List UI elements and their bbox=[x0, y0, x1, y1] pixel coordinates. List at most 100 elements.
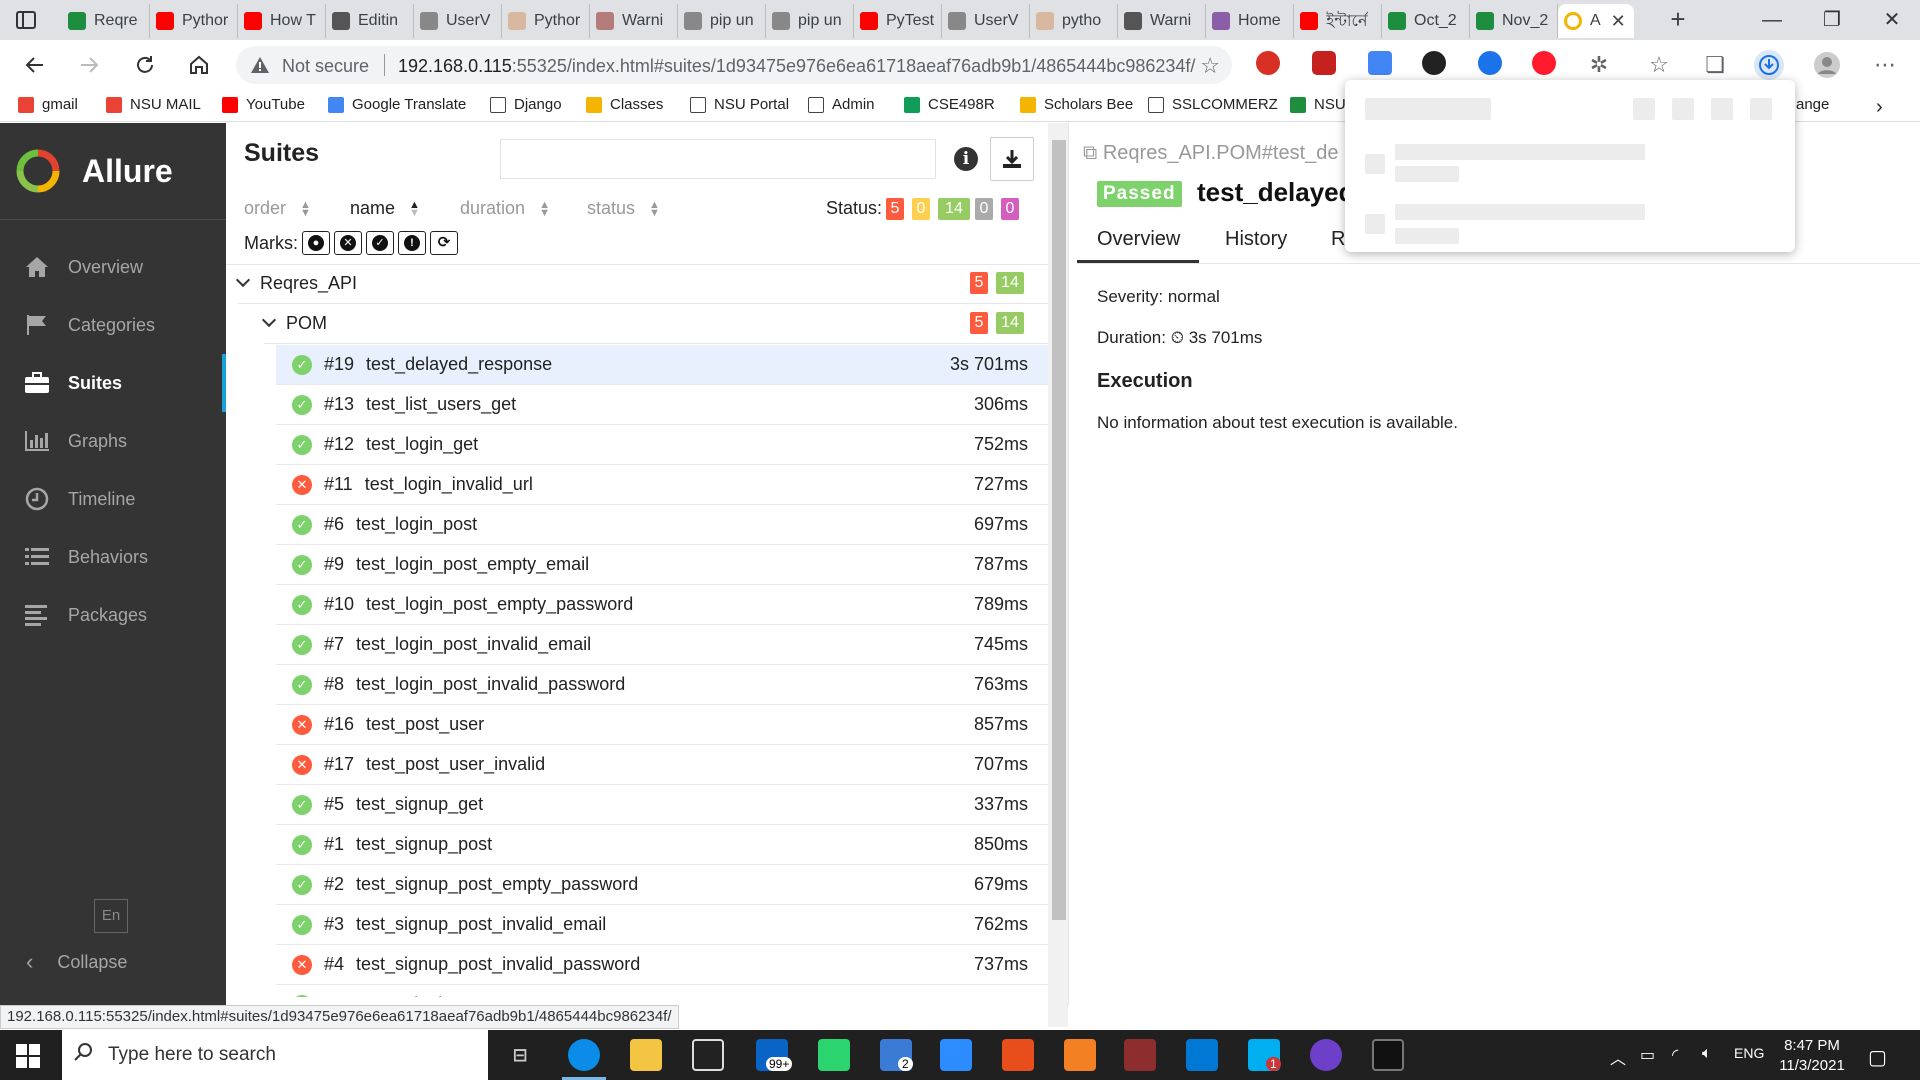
test-row[interactable]: ✓ #12 test_login_get 752ms bbox=[276, 425, 1048, 465]
mark-retries-button[interactable]: ⟳ bbox=[430, 231, 458, 255]
browser-tab[interactable]: Warni bbox=[590, 4, 678, 38]
popup-action-placeholder[interactable] bbox=[1672, 98, 1694, 120]
sidebar-item-overview[interactable]: Overview bbox=[0, 238, 226, 296]
bookmark-item[interactable]: NSU Portal bbox=[690, 96, 789, 113]
test-row[interactable]: ✓ #13 test_list_users_get 306ms bbox=[276, 385, 1048, 425]
bookmark-item[interactable]: Admin bbox=[808, 96, 875, 113]
favorite-star-icon[interactable]: ☆ bbox=[1200, 53, 1220, 79]
new-tab-button[interactable]: + bbox=[1664, 6, 1692, 34]
bookmark-item[interactable]: gmail bbox=[18, 96, 78, 113]
sort-status[interactable]: status ▲ ▼ bbox=[587, 198, 660, 219]
winrar-icon[interactable] bbox=[1124, 1039, 1156, 1071]
url-text[interactable]: 192.168.0.115:55325/index.html#suites/1d… bbox=[398, 56, 1195, 77]
browser-tab[interactable]: UserV bbox=[414, 4, 502, 38]
opera-icon[interactable] bbox=[1532, 51, 1556, 75]
minimize-button[interactable]: — bbox=[1752, 6, 1792, 34]
test-row[interactable]: ✓ #19 test_delayed_response 3s 701ms bbox=[276, 345, 1048, 385]
suite-group-reqres-api[interactable]: Reqres_API 5 14 bbox=[226, 264, 1048, 302]
browser-tab-active[interactable]: A ✕ bbox=[1558, 4, 1634, 38]
tab-retries[interactable]: R bbox=[1331, 228, 1345, 251]
volume-icon[interactable]: 🔈︎ bbox=[1702, 1045, 1712, 1063]
reload-icon[interactable] bbox=[130, 50, 160, 80]
store-icon[interactable] bbox=[692, 1039, 724, 1071]
mark-new-failed-button[interactable]: ✕ bbox=[334, 231, 362, 255]
favorites-icon[interactable]: ☆ bbox=[1644, 50, 1674, 80]
pane-splitter[interactable] bbox=[1068, 123, 1076, 1005]
notifications-icon[interactable]: ▢ bbox=[1868, 1045, 1887, 1070]
browser-tab[interactable]: Home bbox=[1206, 4, 1294, 38]
browser-tab[interactable]: pip un bbox=[678, 4, 766, 38]
edge-app-icon[interactable] bbox=[562, 1039, 606, 1080]
bookmark-item[interactable]: Classes bbox=[586, 96, 663, 113]
language-indicator[interactable]: ENG bbox=[1734, 1045, 1764, 1061]
downloads-icon[interactable] bbox=[1754, 50, 1784, 80]
info-icon[interactable]: i bbox=[954, 147, 978, 171]
test-row[interactable]: ✓ #14 test_single_users_get 361ms bbox=[276, 985, 1048, 997]
test-row[interactable]: ✕ #17 test_post_user_invalid 707ms bbox=[276, 745, 1048, 785]
collections-icon[interactable]: ❏ bbox=[1700, 50, 1730, 80]
tray-chevron-up-icon[interactable]: ︿ bbox=[1610, 1045, 1626, 1069]
tab-history[interactable]: History bbox=[1225, 228, 1287, 251]
close-tab-icon[interactable]: ✕ bbox=[1611, 11, 1626, 32]
sidebar-item-packages[interactable]: Packages bbox=[0, 586, 226, 644]
browser-tab[interactable]: Pythor bbox=[502, 4, 590, 38]
collapse-button[interactable]: ‹ Collapse bbox=[26, 949, 127, 975]
sort-duration[interactable]: duration ▲ ▼ bbox=[460, 198, 550, 219]
terminal-icon[interactable] bbox=[1372, 1039, 1404, 1071]
todo-icon[interactable]: 2 bbox=[880, 1039, 913, 1071]
browser-tab[interactable]: Nov_2 bbox=[1470, 4, 1558, 38]
test-row[interactable]: ✓ #9 test_login_post_empty_email 787ms bbox=[276, 545, 1048, 585]
browser-tab[interactable]: pytho bbox=[1030, 4, 1118, 38]
address-bar[interactable]: Not secure 192.168.0.115:55325/index.htm… bbox=[236, 46, 1232, 84]
browser-tab[interactable]: Oct_2 bbox=[1382, 4, 1470, 38]
language-button[interactable]: En bbox=[94, 899, 128, 933]
sidebar-item-graphs[interactable]: Graphs bbox=[0, 412, 226, 470]
suite-group-pom[interactable]: POM 5 14 bbox=[226, 304, 1048, 342]
status-filter-failed[interactable]: 5 bbox=[886, 198, 904, 220]
mark-new-broken-button[interactable]: ! bbox=[398, 231, 426, 255]
bookmarks-more-chevron-icon[interactable]: › bbox=[1876, 96, 1883, 119]
browser-tab[interactable]: Pythor bbox=[150, 4, 238, 38]
sort-name[interactable]: name ▲ ▼ bbox=[350, 198, 420, 219]
mark-flaky-button[interactable]: ● bbox=[302, 231, 330, 255]
forward-icon[interactable] bbox=[74, 50, 104, 80]
test-row[interactable]: ✓ #1 test_signup_post 850ms bbox=[276, 825, 1048, 865]
extension-icon-4[interactable] bbox=[1422, 51, 1446, 75]
wifi-icon[interactable]: ◜ bbox=[1672, 1045, 1678, 1065]
test-row[interactable]: ✓ #8 test_login_post_invalid_password 763ms bbox=[276, 665, 1048, 705]
test-row[interactable]: ✓ #3 test_signup_post_invalid_email 762ms bbox=[276, 905, 1048, 945]
translate-extension-icon[interactable] bbox=[1368, 51, 1392, 75]
bookmark-item[interactable]: YouTube bbox=[222, 96, 305, 113]
test-row[interactable]: ✕ #4 test_signup_post_invalid_password 737m… bbox=[276, 945, 1048, 985]
battery-icon[interactable]: ▭ bbox=[1640, 1045, 1655, 1065]
browser-tab[interactable]: PyTest bbox=[854, 4, 942, 38]
test-row[interactable]: ✓ #5 test_signup_get 337ms bbox=[276, 785, 1048, 825]
sidebar-item-suites[interactable]: Suites bbox=[0, 354, 226, 412]
browser-tab[interactable]: How T bbox=[238, 4, 326, 38]
popup-action-placeholder[interactable] bbox=[1711, 98, 1733, 120]
popup-action-placeholder[interactable] bbox=[1633, 98, 1655, 120]
clock[interactable]: 8:47 PM 11/3/2021 bbox=[1772, 1036, 1852, 1076]
mark-new-passed-button[interactable]: ✓ bbox=[366, 231, 394, 255]
tab-actions-icon[interactable] bbox=[14, 8, 38, 32]
extensions-puzzle-icon[interactable]: ✲ bbox=[1584, 50, 1614, 80]
warning-icon[interactable] bbox=[250, 55, 270, 75]
browser-tab[interactable]: pip un bbox=[766, 4, 854, 38]
profile-avatar-icon[interactable] bbox=[1812, 50, 1842, 80]
taskbar-search[interactable]: Type here to search bbox=[62, 1030, 488, 1080]
test-row[interactable]: ✓ #2 test_signup_post_empty_password 679ms bbox=[276, 865, 1048, 905]
bookmark-item[interactable]: NSU bbox=[1290, 96, 1346, 113]
task-view-icon[interactable]: ⊟ bbox=[504, 1039, 536, 1071]
back-icon[interactable] bbox=[20, 50, 50, 80]
github-desktop-icon[interactable] bbox=[1310, 1039, 1342, 1071]
home-icon[interactable] bbox=[184, 50, 214, 80]
app-icon[interactable] bbox=[1002, 1039, 1034, 1071]
vscode-icon[interactable] bbox=[1186, 1039, 1218, 1071]
status-filter-passed[interactable]: 14 bbox=[938, 198, 970, 220]
windows-start-icon[interactable] bbox=[16, 1044, 40, 1068]
skype-icon[interactable]: 1 bbox=[1248, 1039, 1281, 1071]
bookmark-item[interactable]: SSLCOMMERZ bbox=[1148, 96, 1278, 113]
tab-overview[interactable]: Overview bbox=[1097, 228, 1180, 251]
browser-tab[interactable]: Warni bbox=[1118, 4, 1206, 38]
download-button[interactable] bbox=[990, 137, 1034, 181]
